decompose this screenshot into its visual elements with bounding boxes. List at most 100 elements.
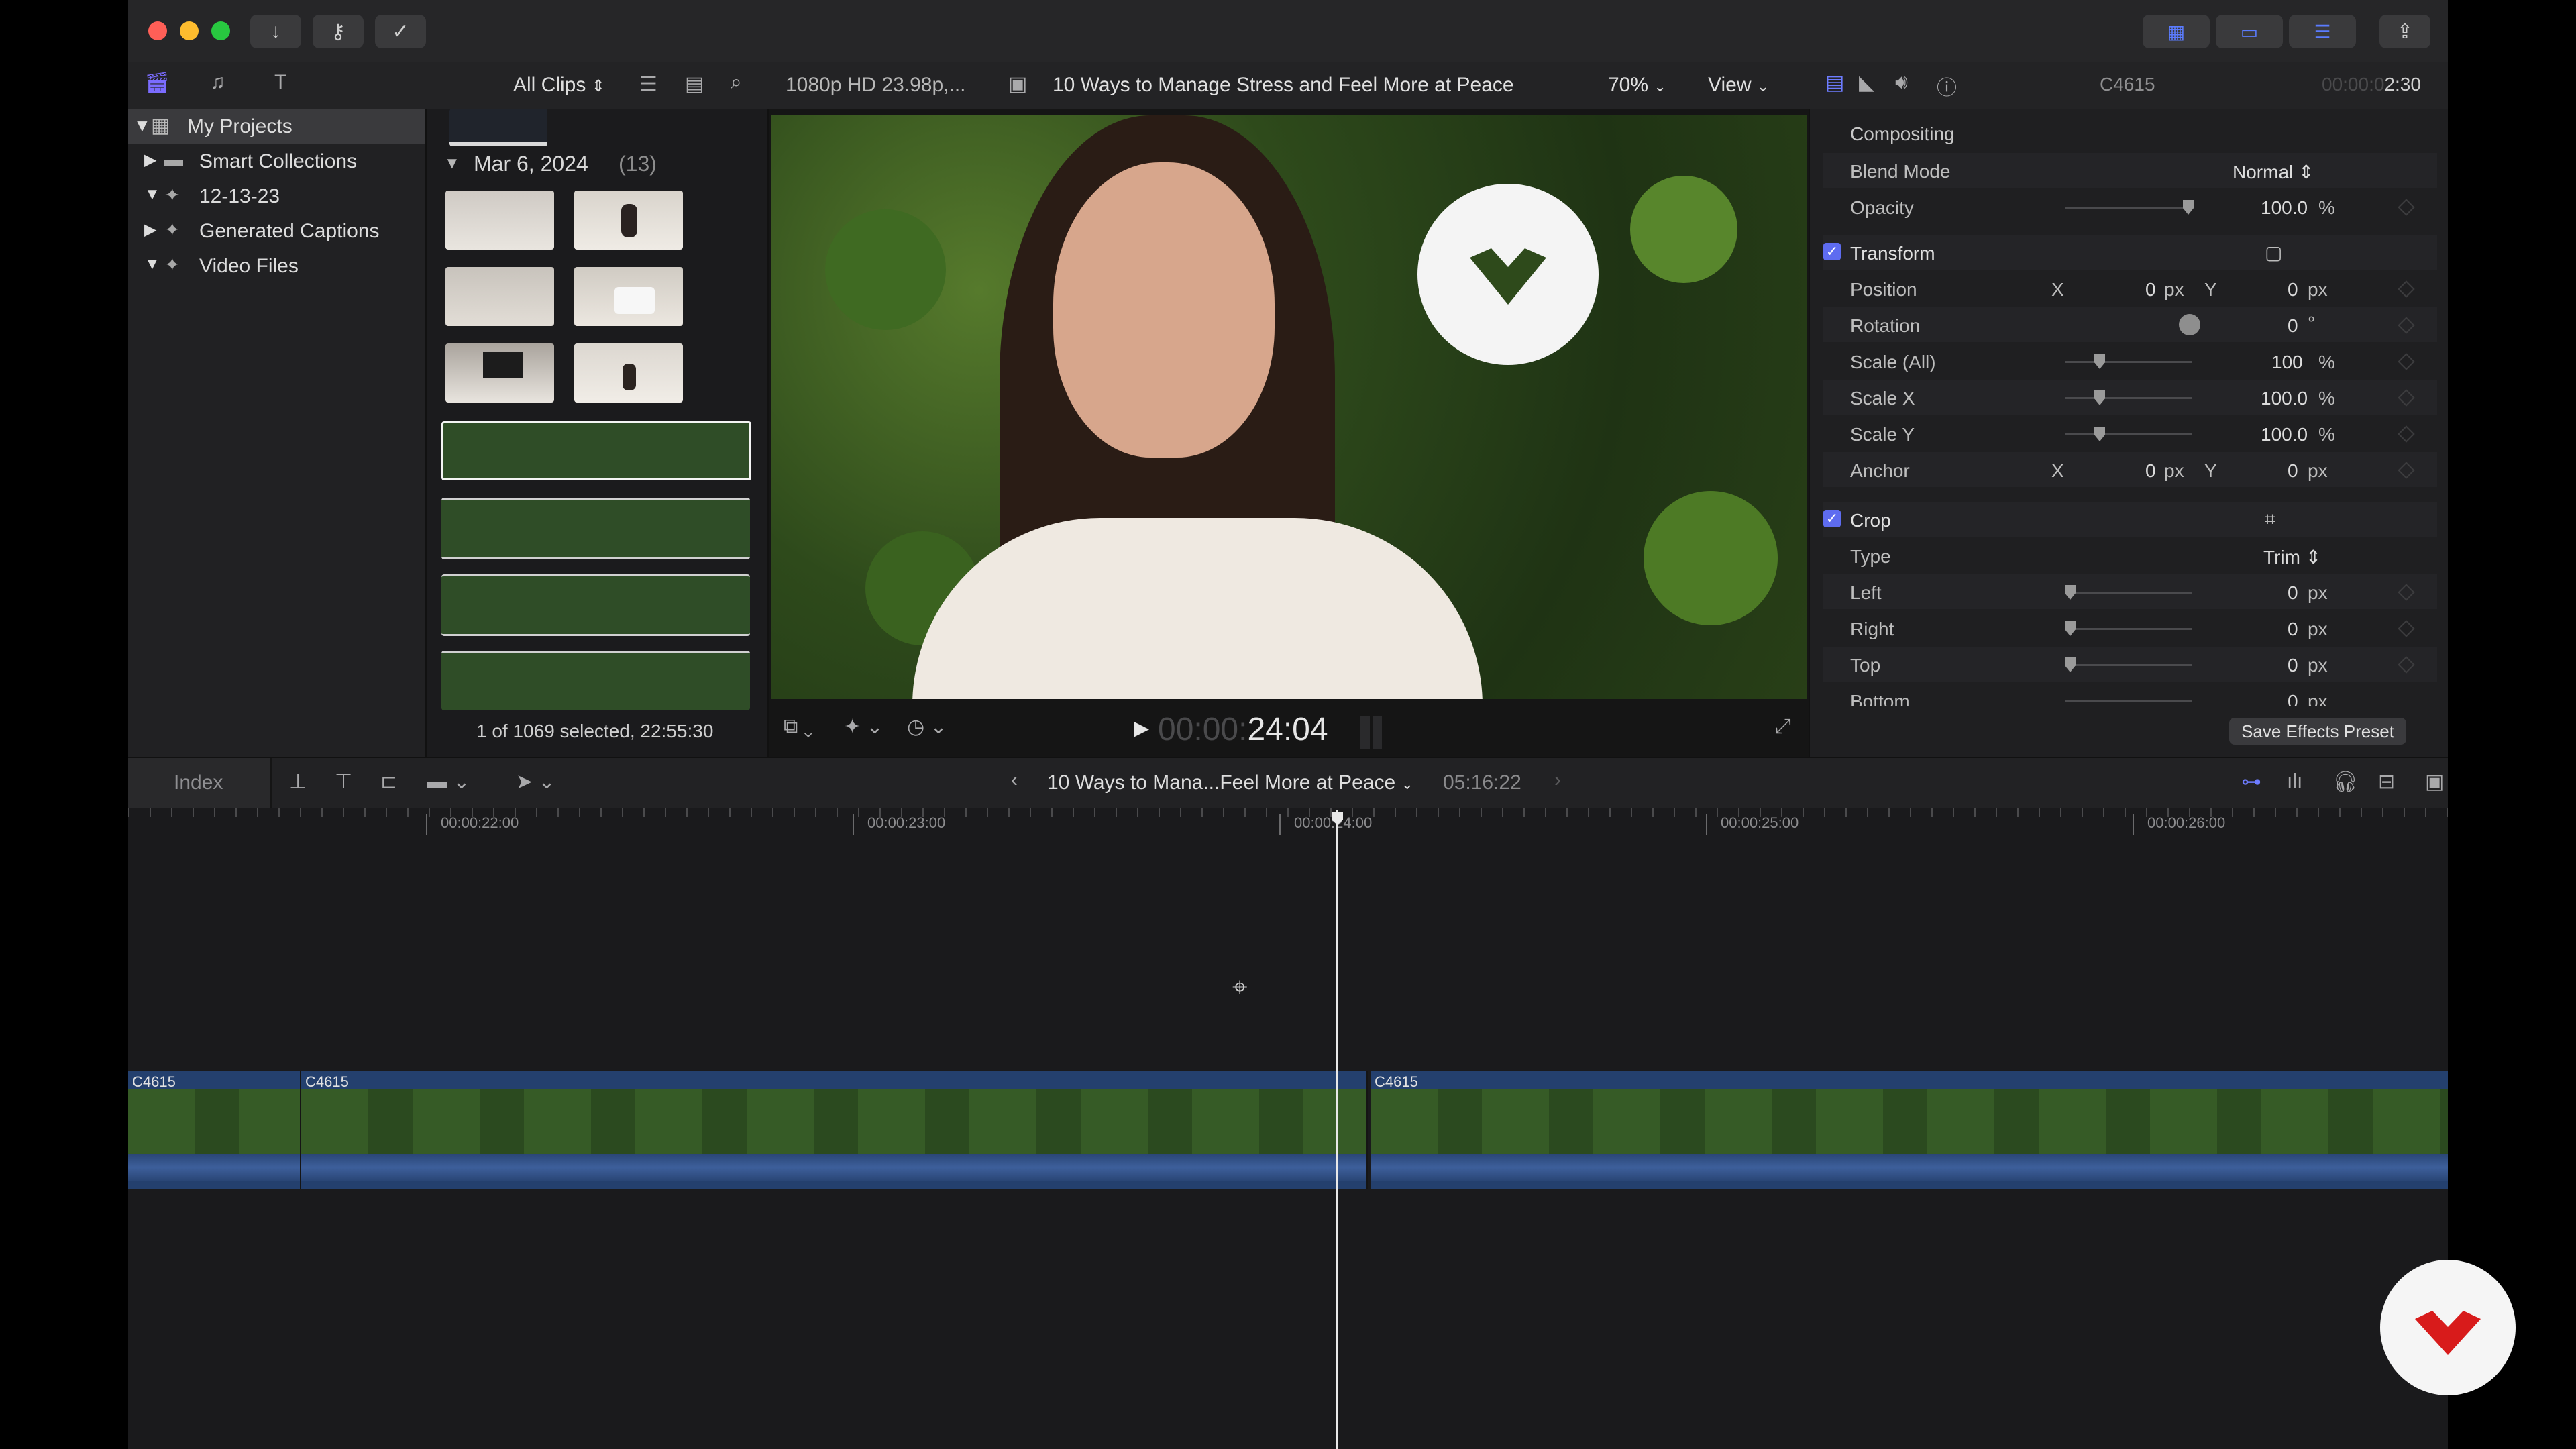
select-tool-icon[interactable]: ➤ ⌄: [516, 770, 555, 794]
keyframe-icon[interactable]: [2398, 199, 2415, 216]
scale-y-slider[interactable]: [2065, 433, 2192, 435]
rotation-value[interactable]: 0: [2288, 315, 2298, 337]
skimming-icon[interactable]: ⊶: [2241, 770, 2261, 794]
connect-clip-icon[interactable]: ⊥: [289, 770, 307, 794]
minimize-window-button[interactable]: [180, 21, 199, 40]
color-inspector-icon[interactable]: ◣: [1859, 71, 1874, 95]
keyframe-icon[interactable]: [2398, 353, 2415, 370]
crop-right-value[interactable]: 0: [2288, 619, 2298, 640]
scale-y-value[interactable]: 100.0: [2261, 424, 2308, 445]
opacity-slider[interactable]: [2065, 207, 2192, 209]
disclosure-closed-icon[interactable]: ▶: [144, 220, 156, 239]
keyframe-icon[interactable]: [2398, 462, 2415, 479]
keyframe-icon[interactable]: [2398, 425, 2415, 443]
clip-thumbnail[interactable]: [574, 267, 683, 326]
transform-checkbox[interactable]: ✓: [1823, 243, 1841, 260]
transform-tool-icon[interactable]: ⧉ ⌄: [784, 715, 813, 738]
sidebar-item-12-13-23[interactable]: ▼ ✦ 12-13-23: [128, 178, 425, 213]
list-view-icon[interactable]: ☰: [639, 72, 657, 96]
audio-inspector-icon[interactable]: 🔊︎: [1895, 71, 1908, 94]
crop-bottom-value[interactable]: 0: [2288, 691, 2298, 706]
crop-top-slider[interactable]: [2065, 664, 2192, 666]
crop-checkbox[interactable]: ✓: [1823, 510, 1841, 527]
keywords-button[interactable]: ⚷: [313, 15, 364, 48]
clip-filmstrip[interactable]: [441, 498, 750, 559]
disclosure-closed-icon[interactable]: ▶: [144, 150, 156, 170]
timeline-clip[interactable]: C4615: [301, 1071, 1368, 1189]
scale-all-slider[interactable]: [2065, 361, 2192, 363]
timeline-project-menu[interactable]: 10 Ways to Mana...Feel More at Peace ⌄: [1047, 771, 1413, 794]
sidebar-item-video-files[interactable]: ▼ ✦ Video Files: [128, 248, 425, 283]
keyframe-icon[interactable]: [2398, 620, 2415, 637]
zoom-window-button[interactable]: [211, 21, 230, 40]
clip-filmstrip-selected[interactable]: [441, 421, 751, 480]
date-group-disclosure[interactable]: ▼: [444, 154, 460, 173]
scale-y-slider-knob[interactable]: [2094, 427, 2105, 441]
keyframe-icon[interactable]: [2398, 656, 2415, 674]
anchor-x-value[interactable]: 0: [2145, 460, 2156, 482]
clip-thumbnail[interactable]: [445, 267, 554, 326]
photos-audio-icon[interactable]: ♫: [210, 71, 225, 94]
play-button[interactable]: ▶: [1134, 716, 1149, 740]
opacity-value[interactable]: 100.0: [2261, 197, 2308, 219]
save-effects-preset-button[interactable]: Save Effects Preset: [2229, 718, 2406, 745]
sidebar-item-smart-collections[interactable]: ▶ ▬ Smart Collections: [128, 144, 425, 178]
insert-clip-icon[interactable]: ⊤: [335, 770, 352, 794]
crop-type-popup[interactable]: Trim ⇕: [2263, 546, 2321, 568]
playhead[interactable]: [1336, 810, 1338, 1449]
clip-thumbnail[interactable]: [574, 343, 683, 402]
background-tasks-button[interactable]: ✓: [375, 15, 426, 48]
crop-left-slider[interactable]: [2065, 592, 2192, 594]
zoom-menu[interactable]: 70% ⌄: [1608, 74, 1666, 97]
clip-filmstrip[interactable]: [441, 574, 750, 636]
position-x-value[interactable]: 0: [2145, 279, 2156, 301]
crop-top-slider-knob[interactable]: [2065, 657, 2076, 672]
history-back-icon[interactable]: ‹: [1011, 769, 1018, 792]
clip-appearance-icon[interactable]: ▣: [2425, 770, 2444, 794]
sidebar-item-my-projects[interactable]: ▼ ▦ My Projects: [128, 109, 425, 144]
keyframe-icon[interactable]: [2398, 280, 2415, 298]
scale-x-value[interactable]: 100.0: [2261, 388, 2308, 409]
sidebar-item-generated-captions[interactable]: ▶ ✦ Generated Captions: [128, 213, 425, 248]
rotation-dial[interactable]: [2179, 314, 2200, 335]
timeline-clip[interactable]: C4615: [128, 1071, 301, 1189]
history-forward-icon[interactable]: ›: [1554, 769, 1561, 792]
index-button[interactable]: Index: [128, 758, 272, 808]
scale-x-slider-knob[interactable]: [2094, 390, 2105, 405]
import-button[interactable]: ↓: [250, 15, 301, 48]
clip-filter-menu[interactable]: All Clips ⇕: [513, 74, 605, 97]
view-menu[interactable]: View ⌄: [1708, 74, 1769, 97]
show-timeline-button[interactable]: ▭: [2216, 15, 2283, 48]
show-inspector-button[interactable]: ☰: [2289, 15, 2356, 48]
scale-x-slider[interactable]: [2065, 397, 2192, 399]
crop-bottom-slider[interactable]: [2065, 700, 2192, 702]
info-inspector-icon[interactable]: ⓘ: [1937, 71, 1957, 101]
disclosure-open-icon[interactable]: ▼: [144, 255, 160, 274]
snapping-icon[interactable]: ⊟: [2378, 770, 2395, 794]
clip-thumbnail[interactable]: [445, 191, 554, 250]
keyframe-icon[interactable]: [2398, 584, 2415, 601]
anchor-y-value[interactable]: 0: [2288, 460, 2298, 482]
scale-all-slider-knob[interactable]: [2094, 354, 2105, 369]
disclosure-open-icon[interactable]: ▼: [144, 185, 160, 204]
opacity-slider-knob[interactable]: [2183, 200, 2194, 215]
overwrite-clip-icon[interactable]: ▬ ⌄: [427, 770, 470, 794]
show-browser-button[interactable]: ▦: [2143, 15, 2210, 48]
timeline-clip[interactable]: C4615: [1371, 1071, 2448, 1189]
keyframe-icon[interactable]: [2398, 317, 2415, 334]
clip-thumbnail[interactable]: [445, 343, 554, 402]
transform-onscreen-icon[interactable]: ▢: [2265, 241, 2282, 264]
retime-tool-icon[interactable]: ◷ ⌄: [907, 715, 947, 739]
append-clip-icon[interactable]: ⊏: [380, 770, 397, 794]
clip-filmstrip[interactable]: [441, 651, 750, 710]
clip-thumbnail[interactable]: [574, 191, 683, 250]
solo-headphones-icon[interactable]: 🎧︎: [2332, 770, 2358, 794]
scale-all-value[interactable]: 100: [2271, 352, 2303, 373]
blend-mode-popup[interactable]: Normal ⇕: [2233, 161, 2314, 183]
filmstrip-view-icon[interactable]: ▤: [685, 72, 704, 96]
crop-onscreen-icon[interactable]: ⌗: [2265, 508, 2275, 531]
audio-skimming-icon[interactable]: ılı: [2287, 770, 2302, 793]
libraries-icon[interactable]: 🎬︎: [144, 71, 170, 95]
clip-thumbnail[interactable]: [449, 109, 547, 146]
disclosure-open-icon[interactable]: ▼: [133, 115, 151, 136]
